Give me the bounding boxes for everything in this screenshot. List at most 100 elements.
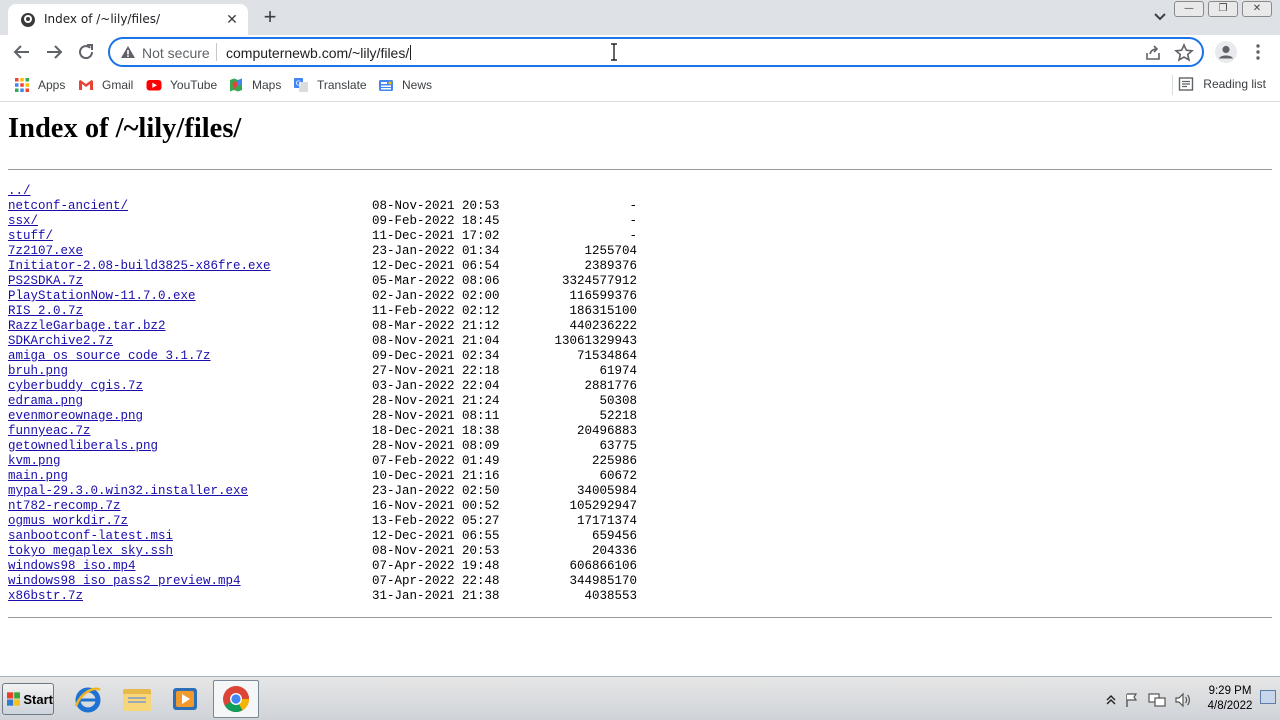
file-size: -: [629, 214, 637, 228]
bookmark-star-icon[interactable]: [1174, 43, 1194, 63]
back-arrow-icon[interactable]: [9, 39, 35, 65]
file-link[interactable]: windows98_iso.mp4: [8, 559, 136, 574]
file-link[interactable]: windows98_iso_pass2_preview.mp4: [8, 574, 241, 589]
url-value: computernewb.com/~lily/files/: [226, 45, 410, 61]
file-link[interactable]: getownedliberals.png: [8, 439, 158, 454]
file-link[interactable]: PlayStationNow-11.7.0.exe: [8, 289, 196, 304]
taskbar-internet-explorer[interactable]: [65, 680, 111, 718]
action-center-flag-icon[interactable]: [1124, 692, 1140, 708]
share-icon[interactable]: [1144, 44, 1162, 62]
file-size: 61974: [599, 364, 637, 378]
system-clock[interactable]: 9:29 PM 4/8/2022: [1200, 684, 1260, 714]
clock-date: 4/8/2022: [1207, 700, 1253, 712]
text-caret: [410, 45, 412, 60]
taskbar-media-player[interactable]: [162, 680, 208, 718]
file-link[interactable]: RIS 2.0.7z: [8, 304, 83, 319]
internet-explorer-icon: [74, 687, 101, 713]
maps-icon: [230, 78, 242, 92]
bookmark-maps[interactable]: Maps: [228, 76, 281, 94]
file-size: 50308: [599, 394, 637, 408]
file-modified-date: 23-Jan-2022 02:50: [372, 484, 500, 498]
file-link[interactable]: netconf-ancient/: [8, 199, 128, 214]
file-modified-date: 12-Dec-2021 06:54: [372, 259, 500, 273]
listing-row: mypal-29.3.0.win32.installer.exe 23-Jan-2…: [8, 484, 708, 499]
volume-icon[interactable]: [1174, 692, 1192, 708]
file-size: 105292947: [569, 499, 637, 513]
show-hidden-icons-icon[interactable]: [1106, 694, 1116, 706]
forward-arrow-icon[interactable]: [41, 39, 67, 65]
parent-directory-link[interactable]: ../: [8, 184, 31, 199]
restore-button[interactable]: ❐: [1208, 1, 1238, 17]
tab-search-chevron-icon[interactable]: [1150, 8, 1170, 26]
bookmark-youtube[interactable]: YouTube: [146, 76, 217, 94]
explorer-folder-icon: [123, 689, 151, 711]
file-size: 20496883: [576, 424, 637, 438]
file-modified-date: 11-Feb-2022 02:12: [372, 304, 500, 318]
file-size: 659456: [591, 529, 637, 543]
file-link[interactable]: RazzleGarbage.tar.bz2: [8, 319, 166, 334]
taskbar-chrome[interactable]: [213, 680, 259, 718]
bookmark-translate[interactable]: G Translate: [293, 76, 367, 94]
more-menu-icon[interactable]: [1250, 42, 1266, 62]
file-link[interactable]: main.png: [8, 469, 68, 484]
file-modified-date: 28-Nov-2021 08:09: [372, 439, 500, 453]
windows-logo-icon: [7, 692, 21, 706]
listing-row: bruh.png 27-Nov-2021 22:18 61974: [8, 364, 708, 379]
file-modified-date: 28-Nov-2021 08:11: [372, 409, 500, 423]
start-button[interactable]: Start: [2, 683, 54, 715]
file-size: 116599376: [569, 289, 637, 303]
bookmark-apps[interactable]: Apps: [14, 76, 65, 94]
file-link[interactable]: stuff/: [8, 229, 53, 244]
media-player-icon: [173, 688, 197, 710]
minimize-button[interactable]: —: [1174, 1, 1204, 17]
file-size: 17171374: [576, 514, 637, 528]
new-tab-button[interactable]: +: [258, 6, 282, 30]
file-link[interactable]: kvm.png: [8, 454, 61, 469]
file-modified-date: 07-Apr-2022 22:48: [372, 574, 500, 588]
file-size: -: [629, 229, 637, 243]
file-link[interactable]: tokyo_megaplex_sky.ssh: [8, 544, 173, 559]
file-link[interactable]: funnyeac.7z: [8, 424, 91, 439]
network-icon[interactable]: [1148, 692, 1166, 708]
file-link[interactable]: edrama.png: [8, 394, 83, 409]
bookmark-label: Translate: [317, 78, 367, 92]
bookmark-label: Maps: [252, 78, 282, 92]
profile-avatar-icon[interactable]: [1214, 40, 1238, 64]
file-link[interactable]: ssx/: [8, 214, 38, 229]
url-text[interactable]: computernewb.com/~lily/files/: [226, 45, 412, 61]
listing-row: PlayStationNow-11.7.0.exe 02-Jan-2022 02:…: [8, 289, 708, 304]
file-size: 13061329943: [554, 334, 637, 348]
file-link[interactable]: bruh.png: [8, 364, 68, 379]
tab-close-icon[interactable]: ✕: [224, 11, 240, 27]
reading-list-button[interactable]: Reading list: [1178, 76, 1266, 92]
close-window-button[interactable]: ✕: [1242, 1, 1272, 17]
file-link[interactable]: 7z2107.exe: [8, 244, 83, 259]
show-desktop-button[interactable]: [1260, 690, 1276, 704]
file-link[interactable]: ogmus_workdir.7z: [8, 514, 128, 529]
listing-row: kvm.png 07-Feb-2022 01:49 225986: [8, 454, 708, 469]
reload-icon[interactable]: [73, 39, 99, 65]
taskbar-file-explorer[interactable]: [114, 680, 160, 718]
file-link[interactable]: amiga os source code 3.1.7z: [8, 349, 211, 364]
file-link[interactable]: cyberbuddy_cgis.7z: [8, 379, 143, 394]
bookmark-gmail[interactable]: Gmail: [78, 76, 133, 94]
warning-triangle-icon[interactable]: [120, 45, 136, 59]
file-modified-date: 16-Nov-2021 00:52: [372, 499, 500, 513]
file-link[interactable]: x86bstr.7z: [8, 589, 83, 604]
page-title: Index of /~lily/files/: [8, 113, 242, 144]
bookmark-news[interactable]: News: [378, 76, 432, 94]
security-label[interactable]: Not secure: [142, 45, 210, 61]
file-link[interactable]: nt782-recomp.7z: [8, 499, 121, 514]
address-bar[interactable]: Not secure computernewb.com/~lily/files/: [108, 37, 1204, 67]
listing-row: windows98_iso_pass2_preview.mp4 07-Apr-20…: [8, 574, 708, 589]
file-link[interactable]: sanbootconf-latest.msi: [8, 529, 173, 544]
listing-row: cyberbuddy_cgis.7z 03-Jan-2022 22:04 28817…: [8, 379, 708, 394]
file-link[interactable]: PS2SDKA.7z: [8, 274, 83, 289]
file-link[interactable]: evenmoreownage.png: [8, 409, 143, 424]
file-link[interactable]: Initiator-2.08-build3825-x86fre.exe: [8, 259, 271, 274]
file-modified-date: 05-Mar-2022 08:06: [372, 274, 500, 288]
file-modified-date: 12-Dec-2021 06:55: [372, 529, 500, 543]
browser-tab-active[interactable]: Index of /~lily/files/ ✕: [8, 4, 248, 35]
file-link[interactable]: mypal-29.3.0.win32.installer.exe: [8, 484, 248, 499]
file-link[interactable]: SDKArchive2.7z: [8, 334, 113, 349]
